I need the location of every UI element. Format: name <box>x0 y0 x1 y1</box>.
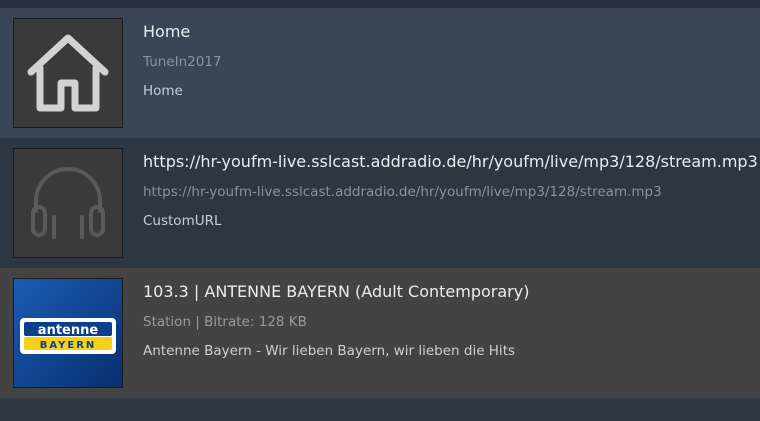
logo-text-bottom: BAYERN <box>40 340 97 351</box>
list-item-home[interactable]: Home TuneIn2017 Home <box>0 8 760 138</box>
item-subtitle: TuneIn2017 <box>143 54 222 70</box>
item-title: https://hr-youfm-live.sslcast.addradio.d… <box>143 152 758 171</box>
item-title: Home <box>143 22 191 41</box>
item-subtitle: Station | Bitrate: 128 KB <box>143 314 307 330</box>
item-description: CustomURL <box>143 213 222 229</box>
item-description: Antenne Bayern - Wir lieben Bayern, wir … <box>143 343 516 359</box>
thumbnail: antenne BAYERN <box>13 278 123 388</box>
item-title: 103.3 | ANTENNE BAYERN (Adult Contempora… <box>143 282 530 301</box>
thumbnail <box>13 148 123 258</box>
item-description: Home <box>143 83 183 99</box>
logo-text-top: antenne <box>38 323 99 338</box>
thumbnail <box>13 18 123 128</box>
item-subtitle: https://hr-youfm-live.sslcast.addradio.d… <box>143 184 662 200</box>
headphones-icon <box>31 167 105 239</box>
list-item-custom-url[interactable]: https://hr-youfm-live.sslcast.addradio.d… <box>0 138 760 268</box>
list-item-antenne-bayern[interactable]: antenne BAYERN 103.3 | ANTENNE BAYERN (A… <box>0 268 760 398</box>
antenne-bayern-logo-icon: antenne BAYERN <box>14 279 122 387</box>
home-icon <box>27 34 109 112</box>
top-strip <box>0 0 760 8</box>
